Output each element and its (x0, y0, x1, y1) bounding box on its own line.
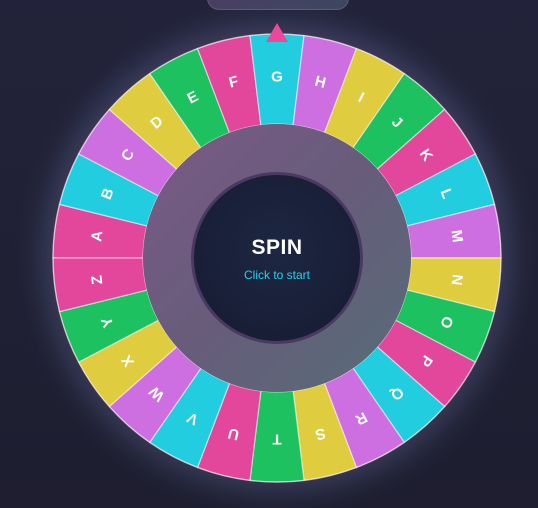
wheel-letter-m: M (447, 229, 465, 243)
spin-button[interactable]: SPIN Click to start (191, 172, 363, 344)
spin-wheel-stage: ABCDEFGHIJKLMNOPQRSTUVWXYZ SPIN Click to… (0, 0, 538, 508)
wheel-letter-t: T (272, 431, 281, 448)
spin-title: SPIN (251, 236, 303, 259)
wheel-letter-n: N (448, 273, 466, 286)
wheel-letter-g: G (271, 69, 283, 86)
wheel-letter-a: A (88, 230, 106, 243)
spin-subtitle: Click to start (243, 268, 310, 282)
